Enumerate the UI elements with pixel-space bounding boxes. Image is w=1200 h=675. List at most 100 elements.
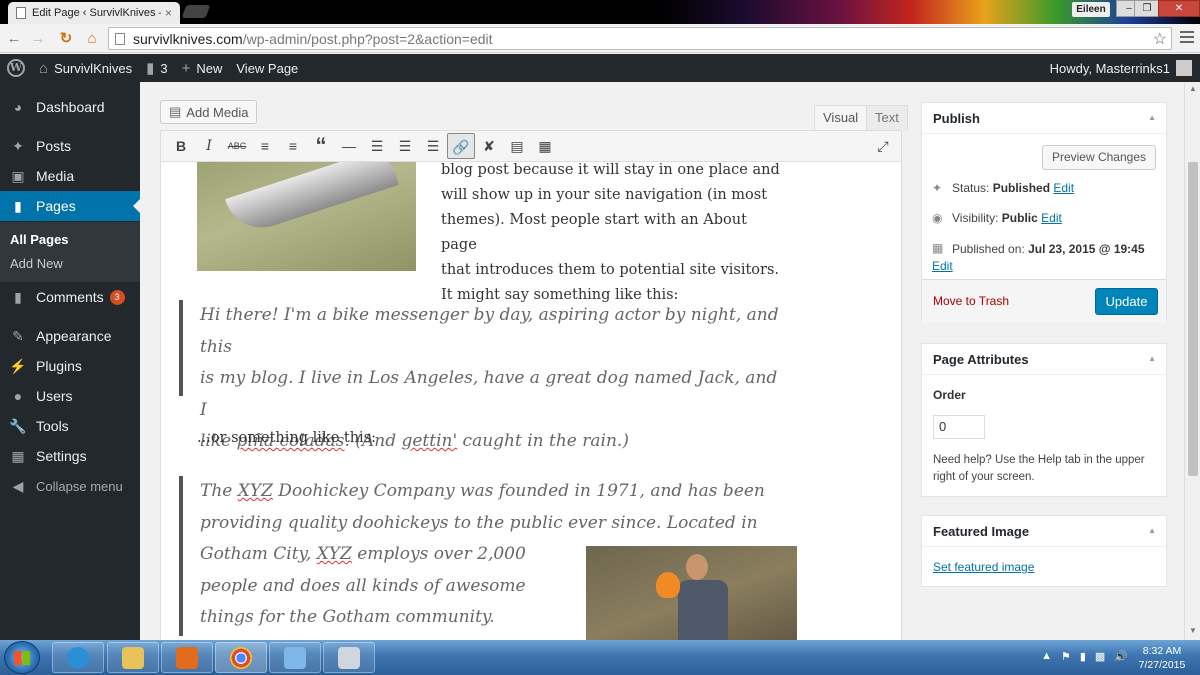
published-date-row: ▦ Published on: Jul 23, 2015 @ 19:45 — [932, 241, 1162, 258]
intro-line: themes). Most people start with an About… — [441, 212, 747, 253]
bookmark-star-icon[interactable]: ☆ — [1153, 29, 1167, 49]
close-window-button[interactable]: ✕ — [1158, 0, 1200, 17]
insert-link-icon[interactable]: 🔗 — [447, 133, 475, 159]
numbered-list-icon[interactable]: ≡ — [279, 133, 307, 159]
action-center-icon[interactable]: ⚑ — [1061, 650, 1071, 663]
tab-close-icon[interactable]: × — [165, 6, 172, 20]
page-scrollbar[interactable]: ▲ ▼ — [1184, 82, 1200, 640]
between-paragraph: ...or something like this: — [197, 430, 377, 446]
horizontal-line-icon[interactable]: — — [335, 133, 363, 159]
view-page-link[interactable]: View Page — [229, 54, 305, 82]
volume-icon[interactable]: 🔊 — [1114, 650, 1128, 663]
update-button[interactable]: Update — [1095, 288, 1158, 315]
browser-menu-icon[interactable] — [1180, 31, 1194, 45]
edit-visibility-link[interactable]: Edit — [1041, 211, 1062, 225]
featured-image-header[interactable]: Featured Image ▲ — [922, 516, 1166, 547]
read-more-icon[interactable]: ▤ — [503, 133, 531, 159]
network-icon[interactable]: ▩ — [1095, 650, 1105, 663]
person-image[interactable] — [586, 546, 797, 640]
add-media-button[interactable]: ▤ Add Media — [160, 100, 258, 124]
edit-status-link[interactable]: Edit — [1053, 181, 1074, 195]
publishing-actions: Move to Trash Update — [922, 279, 1166, 323]
collapse-menu-button[interactable]: ◀ Collapse menu — [0, 471, 140, 501]
menu-users[interactable]: ● Users — [0, 381, 140, 411]
wp-logo-menu[interactable]: W — [0, 54, 32, 82]
menu-comments[interactable]: ▮ Comments 3 — [0, 282, 140, 312]
dashboard-icon: ◕ — [13, 99, 23, 115]
preview-changes-button[interactable]: Preview Changes — [1041, 145, 1156, 170]
comments-link[interactable]: ▮ 3 — [139, 54, 175, 82]
align-right-icon[interactable]: ☰ — [419, 133, 447, 159]
menu-tools[interactable]: 🔧 Tools — [0, 411, 140, 441]
calendar-icon: ▦ — [932, 241, 944, 255]
scrollbar-thumb[interactable] — [1188, 162, 1198, 476]
system-tray: ▲ ⚑ ▮ ▩ 🔊 — [1041, 650, 1128, 663]
tab-visual[interactable]: Visual — [814, 105, 868, 130]
editor-content[interactable]: blog post because it will stay in one pl… — [160, 162, 902, 640]
browser-toolbar: ← → ↻ ⌂ survivlknives.com/wp-admin/post.… — [0, 24, 1200, 53]
italic-button[interactable]: I — [195, 133, 223, 159]
taskbar-chrome[interactable] — [215, 642, 267, 673]
address-bar[interactable]: survivlknives.com/wp-admin/post.php?post… — [108, 27, 1172, 50]
home-icon[interactable]: ⌂ — [82, 29, 102, 49]
wordpress-logo-icon: W — [7, 59, 25, 77]
submenu-add-new[interactable]: Add New — [10, 256, 63, 271]
bullet-list-icon[interactable]: ≡ — [251, 133, 279, 159]
align-center-icon[interactable]: ☰ — [391, 133, 419, 159]
taskbar-internet-explorer[interactable] — [52, 642, 104, 673]
profile-badge[interactable]: Eileen — [1072, 2, 1110, 17]
align-left-icon[interactable]: ☰ — [363, 133, 391, 159]
menu-dashboard[interactable]: ◕ Dashboard — [0, 92, 140, 122]
menu-plugins[interactable]: ⚡ Plugins — [0, 351, 140, 381]
menu-label: Tools — [36, 418, 69, 434]
toolbar-toggle-icon[interactable]: ▦ — [531, 133, 559, 159]
site-name-link[interactable]: ⌂ SurvivlKnives — [32, 54, 139, 82]
move-to-trash-link[interactable]: Move to Trash — [933, 294, 1009, 308]
tab-text[interactable]: Text — [866, 105, 908, 130]
forward-arrow-icon[interactable]: → — [28, 29, 48, 49]
bold-button[interactable]: B — [167, 133, 195, 159]
account-menu[interactable]: Howdy, Masterrinks1 — [1050, 54, 1192, 82]
fullscreen-icon[interactable]: ⤢ — [869, 133, 897, 159]
scroll-down-arrow-icon[interactable]: ▼ — [1189, 626, 1197, 635]
collapse-arrow-icon[interactable]: ▲ — [1148, 526, 1156, 535]
collapse-arrow-icon[interactable]: ▲ — [1148, 354, 1156, 363]
strikethrough-button[interactable]: ABC — [223, 133, 251, 159]
new-tab-button[interactable] — [181, 5, 211, 18]
start-button[interactable] — [4, 641, 40, 674]
menu-appearance[interactable]: ✎ Appearance — [0, 321, 140, 351]
unlink-icon[interactable]: ✘ — [475, 133, 503, 159]
visibility-row: ◉ Visibility: Public Edit — [932, 211, 1162, 225]
taskbar-calculator[interactable] — [323, 642, 375, 673]
pin-icon: ✦ — [12, 137, 24, 154]
clock-time: 8:32 AM — [1142, 645, 1182, 657]
taskbar-clock[interactable]: 8:32 AM 7/27/2015 — [1132, 644, 1192, 672]
page-attributes-header[interactable]: Page Attributes ▲ — [922, 344, 1166, 375]
scroll-up-arrow-icon[interactable]: ▲ — [1189, 84, 1197, 93]
back-arrow-icon[interactable]: ← — [4, 29, 24, 49]
tray-expand-icon[interactable]: ▲ — [1041, 650, 1052, 663]
edit-date-link[interactable]: Edit — [932, 259, 1162, 273]
power-icon[interactable]: ▮ — [1080, 650, 1086, 663]
taskbar-file-explorer[interactable] — [107, 642, 159, 673]
blockquote-icon[interactable]: “ — [307, 133, 335, 159]
plus-icon: + — [181, 59, 191, 77]
menu-posts[interactable]: ✦ Posts — [0, 131, 140, 161]
browser-tab-active[interactable]: Edit Page ‹ SurvivlKnives — × — [8, 2, 180, 24]
submenu-all-pages[interactable]: All Pages — [10, 232, 69, 247]
maximize-button[interactable]: ❐ — [1134, 0, 1160, 17]
knife-image[interactable] — [197, 162, 416, 271]
new-content-link[interactable]: + New — [175, 54, 230, 82]
taskbar-media-player[interactable] — [161, 642, 213, 673]
menu-pages[interactable]: ▮ Pages — [0, 191, 140, 221]
menu-media[interactable]: ▣ Media — [0, 161, 140, 191]
reload-icon[interactable]: ↻ — [56, 29, 76, 49]
order-input[interactable]: 0 — [933, 415, 985, 439]
taskbar-remote-desktop[interactable] — [269, 642, 321, 673]
intro-line: blog post because it will stay in one pl… — [441, 162, 780, 178]
set-featured-image-link[interactable]: Set featured image — [933, 560, 1034, 574]
publish-box-header[interactable]: Publish ▲ — [922, 103, 1166, 134]
menu-settings[interactable]: ▦ Settings — [0, 441, 140, 471]
collapse-arrow-icon[interactable]: ▲ — [1148, 113, 1156, 122]
url-path: /wp-admin/post.php?post=2&action=edit — [242, 30, 493, 47]
